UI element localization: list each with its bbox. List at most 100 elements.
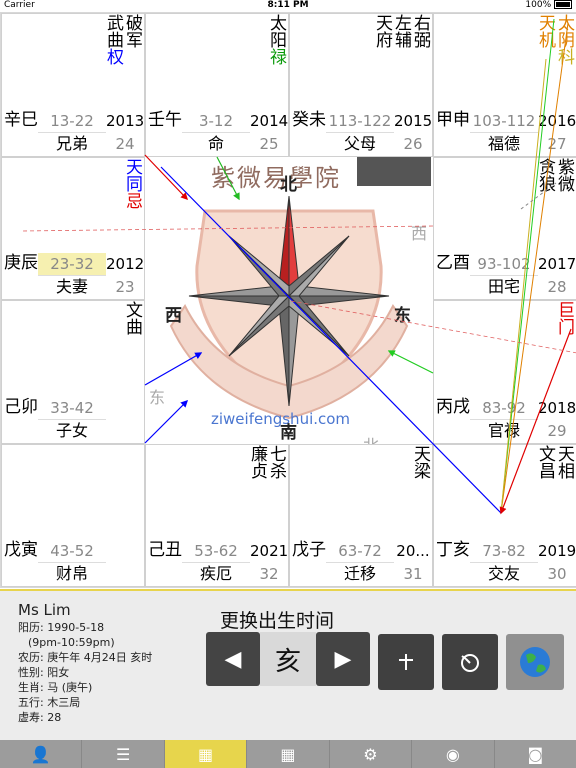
globe-icon bbox=[520, 647, 550, 677]
battery-icon bbox=[554, 0, 572, 9]
year-label: 2013 bbox=[106, 111, 145, 130]
palace-cell[interactable]: 天相 文昌丁亥 73-82 交友 2019 30 bbox=[433, 443, 576, 587]
palace-stars: 巨门 bbox=[537, 301, 574, 335]
profile-panel: Ms Lim 阳历: 1990-5-18 (9pm-10:59pm) 农历: 庚… bbox=[18, 600, 152, 725]
palace-name: 田宅 bbox=[487, 277, 520, 296]
palace-info: 己丑 53-62 疾厄 2021 32 bbox=[146, 540, 288, 586]
palace-cell[interactable]: 天梁 戊子 63-72 迁移 20... 31 bbox=[289, 443, 433, 587]
camera-icon: ◙ bbox=[527, 744, 543, 764]
gear-icon: ⚙ bbox=[363, 744, 378, 764]
star-name: 武曲权 bbox=[103, 14, 123, 65]
palace-cell[interactable]: 文曲 己卯 33-42 子女 bbox=[1, 300, 145, 444]
profile-zodiac: 生肖: 马 (庚午) bbox=[18, 681, 93, 694]
profile-lunar: 农历: 庚午年 4月24日 亥时 bbox=[18, 651, 153, 664]
palace-stars: 太阳禄 bbox=[231, 14, 286, 65]
palace-cell[interactable]: 破军 武曲权 辛巳 13-22 兄弟 2013 24 bbox=[1, 13, 145, 157]
palace-stars: 破军 武曲权 bbox=[50, 14, 142, 65]
status-time: 8:11 PM bbox=[267, 0, 309, 10]
age-range: 13-22 bbox=[38, 110, 106, 133]
age-range: 33-42 bbox=[38, 397, 106, 420]
prev-hour-button[interactable]: ◀ bbox=[206, 632, 260, 686]
tab-bar: 👤 ☰ ▦ ▦ ⚙ ◉ ◙ bbox=[0, 740, 576, 768]
ganzhi-label: 甲申 bbox=[436, 109, 470, 130]
age-range: 103-112 bbox=[470, 110, 538, 133]
palace-stars: 天同忌 bbox=[87, 157, 142, 209]
palace-info: 辛巳 13-22 兄弟 2013 24 bbox=[2, 110, 144, 156]
year-label: 2015 bbox=[394, 111, 433, 130]
eye-icon: ◉ bbox=[445, 744, 460, 764]
palace-stars: 天相 文昌 bbox=[500, 444, 574, 479]
star-name: 文曲 bbox=[122, 301, 142, 335]
chart-icon: ▦ bbox=[197, 744, 214, 764]
ganzhi-label: 庚辰 bbox=[4, 253, 38, 273]
palace-info: 丁亥 73-82 交友 2019 30 bbox=[434, 540, 576, 586]
xusui-label: 27 bbox=[547, 134, 567, 153]
xusui-label: 29 bbox=[547, 421, 567, 440]
chart-center: 紫微易學院 ziweifengshui.com 北 东 西 南 西 东 bbox=[145, 156, 433, 455]
star-name: 天相 bbox=[554, 444, 574, 479]
fork-icon bbox=[399, 654, 413, 670]
profile-name: Ms Lim bbox=[18, 601, 71, 619]
tab-edit[interactable]: ▦ bbox=[247, 740, 330, 768]
palace-cell[interactable]: 巨门 丙戌 83-92 官禄 2018 29 bbox=[433, 300, 576, 444]
star-name: 左辅 bbox=[391, 14, 411, 48]
list-icon: ☰ bbox=[115, 744, 131, 764]
star-name: 天同忌 bbox=[122, 157, 142, 209]
palace-cell[interactable]: 太阳禄 壬午 3-12 命 2014 25 bbox=[145, 13, 289, 157]
ganzhi-label: 辛巳 bbox=[4, 109, 38, 130]
tab-list[interactable]: ☰ bbox=[82, 740, 165, 768]
star-name: 天机 bbox=[535, 14, 555, 48]
palace-cell[interactable]: 戊寅 43-52 财帛 bbox=[1, 443, 145, 587]
tab-camera[interactable]: ◙ bbox=[495, 740, 576, 768]
tab-add-user[interactable]: 👤 bbox=[0, 740, 83, 768]
tab-chart[interactable]: ▦ bbox=[164, 740, 248, 768]
split-button[interactable] bbox=[378, 634, 434, 690]
xusui-label: 26 bbox=[403, 134, 423, 153]
palace-name: 命 bbox=[207, 133, 224, 153]
star-name: 文昌 bbox=[535, 444, 555, 479]
star-name: 天梁 bbox=[410, 444, 430, 479]
next-hour-button[interactable]: ▶ bbox=[316, 632, 370, 686]
palace-cell[interactable]: 太阴科 天机 甲申 103-112 福德 2016 27 bbox=[433, 13, 576, 157]
xusui-label: 25 bbox=[259, 134, 279, 153]
palace-cell[interactable]: 右弼 左辅 天府 癸未 113-122 父母 2015 26 bbox=[289, 13, 433, 157]
palace-name: 福德 bbox=[487, 133, 520, 153]
palace-cell[interactable]: 天同忌 庚辰 23-32 夫妻 2012 23 bbox=[1, 156, 145, 300]
star-name: 破军 bbox=[122, 14, 142, 48]
year-label: 2012 bbox=[106, 255, 145, 273]
profile-gender: 性别: 阳女 bbox=[18, 666, 70, 679]
age-range: 23-32 bbox=[38, 253, 106, 276]
star-name: 右弼 bbox=[410, 14, 430, 48]
reset-time-button[interactable] bbox=[442, 634, 498, 690]
age-range: 3-12 bbox=[182, 110, 250, 133]
ziwei-chart: 紫微易學院 ziweifengshui.com 北 东 西 南 西 东 破军 武… bbox=[0, 12, 576, 588]
palace-name: 父母 bbox=[343, 133, 376, 153]
year-label: 2016 bbox=[538, 111, 576, 130]
palace-cell[interactable]: 七杀 廉贞 己丑 53-62 疾厄 2021 32 bbox=[145, 443, 289, 587]
ganzhi-label: 己卯 bbox=[4, 396, 38, 417]
xusui-label: 24 bbox=[115, 134, 135, 153]
change-birth-time-title: 更换出生时间 bbox=[220, 610, 335, 632]
current-hour-display: 亥 bbox=[260, 632, 316, 686]
year-label: 2018 bbox=[538, 398, 576, 417]
tab-view[interactable]: ◉ bbox=[412, 740, 495, 768]
faded-west: 西 bbox=[411, 224, 428, 243]
star-name: 贪狼 bbox=[535, 157, 555, 192]
star-name: 太阳禄 bbox=[266, 14, 286, 65]
globe-button[interactable] bbox=[506, 634, 564, 690]
xusui-label bbox=[106, 420, 144, 442]
palace-info: 癸未 113-122 父母 2015 26 bbox=[290, 110, 432, 156]
ganzhi-label: 丙戌 bbox=[436, 396, 470, 417]
star-name: 巨门 bbox=[554, 301, 574, 335]
xusui-label: 32 bbox=[259, 565, 279, 583]
palace-stars: 紫微 贪狼 bbox=[500, 157, 574, 192]
palace-name: 迁移 bbox=[343, 564, 376, 583]
sihua-marker: 忌 bbox=[122, 191, 142, 209]
compass-west: 西 bbox=[165, 306, 182, 326]
sihua-marker: 科 bbox=[554, 48, 574, 65]
palace-cell[interactable]: 紫微 贪狼 乙酉 93-102 田宅 2017 28 bbox=[433, 156, 576, 300]
palace-stars: 文曲 bbox=[105, 301, 142, 335]
tab-settings[interactable]: ⚙ bbox=[330, 740, 413, 768]
year-label: 2021 bbox=[250, 542, 289, 560]
year-label: 20... bbox=[396, 542, 430, 560]
